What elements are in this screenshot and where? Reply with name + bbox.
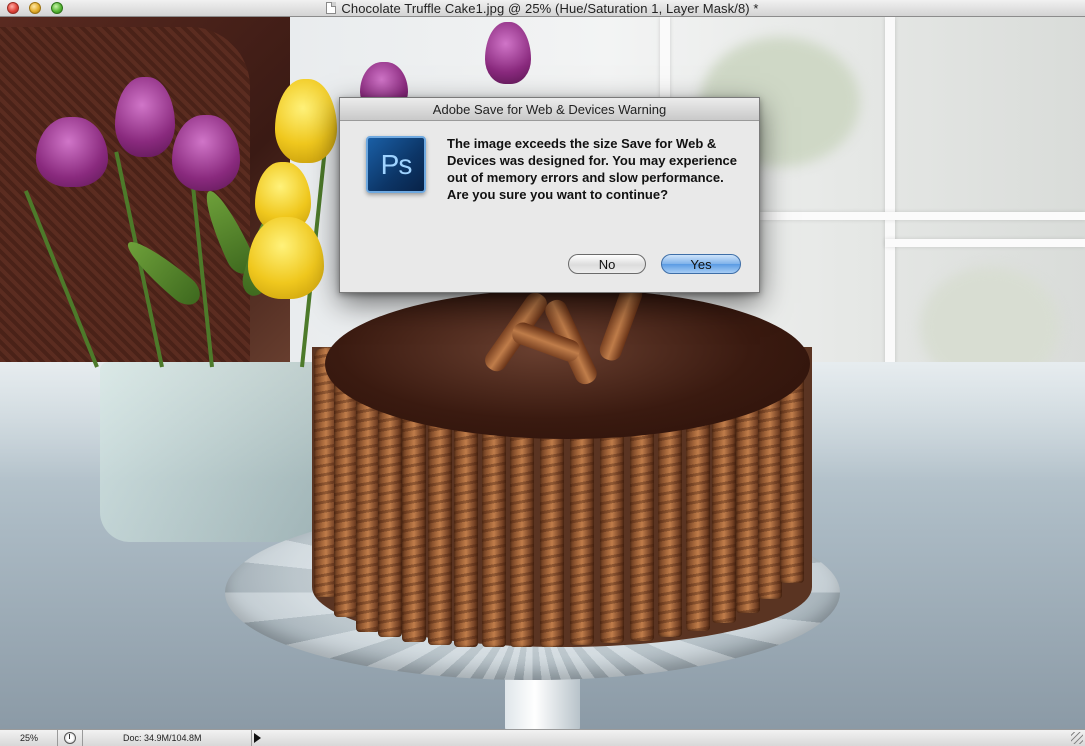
- photo-glass-vase: [100, 362, 330, 542]
- photoshop-app-icon: Ps: [366, 136, 426, 193]
- photo-tulip: [275, 79, 337, 163]
- photo-window-rail: [885, 239, 1085, 247]
- window-title-wrap: Chocolate Truffle Cake1.jpg @ 25% (Hue/S…: [0, 0, 1085, 16]
- window-titlebar: Chocolate Truffle Cake1.jpg @ 25% (Hue/S…: [0, 0, 1085, 17]
- photo-tulip: [248, 217, 324, 299]
- document-size-info: Doc: 34.9M/104.8M: [82, 730, 252, 746]
- dialog-titlebar[interactable]: Adobe Save for Web & Devices Warning: [340, 98, 759, 121]
- photo-tulip: [485, 22, 531, 84]
- dialog-title: Adobe Save for Web & Devices Warning: [432, 101, 667, 117]
- photoshop-icon-text: Ps: [380, 148, 413, 180]
- window-title: Chocolate Truffle Cake1.jpg @ 25% (Hue/S…: [341, 0, 759, 16]
- photo-tulip: [36, 117, 108, 187]
- resize-grip-icon[interactable]: [1071, 732, 1083, 744]
- save-for-web-warning-dialog: Adobe Save for Web & Devices Warning Ps …: [339, 97, 760, 293]
- photo-tulip: [172, 115, 240, 191]
- status-bar: 25% Doc: 34.9M/104.8M: [0, 729, 1085, 746]
- zoom-level-field[interactable]: 25%: [0, 730, 58, 746]
- play-arrow-icon[interactable]: [254, 733, 261, 743]
- yes-button[interactable]: Yes: [661, 254, 741, 274]
- dialog-message: The image exceeds the size Save for Web …: [447, 136, 737, 202]
- status-info-icon[interactable]: [64, 732, 76, 744]
- photo-tulip: [115, 77, 175, 157]
- document-icon: [326, 2, 337, 14]
- no-button[interactable]: No: [568, 254, 646, 274]
- photo-window-rail: [760, 212, 1085, 220]
